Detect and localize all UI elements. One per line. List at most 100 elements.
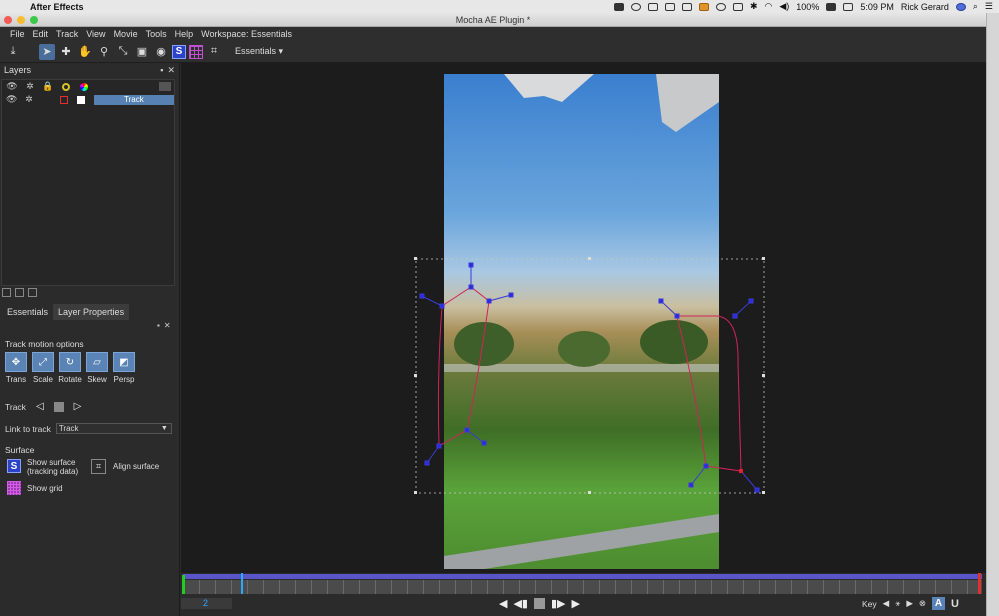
save-icon[interactable]: ⤓ — [5, 44, 21, 60]
user-name[interactable]: Rick Gerard — [901, 2, 949, 12]
zoom-tool-icon[interactable]: ⚲ — [96, 44, 112, 60]
motion-option-rotate[interactable]: ↻ Rotate — [58, 352, 82, 384]
dropbox-icon[interactable] — [613, 2, 624, 11]
spline-tangent-handles[interactable] — [419, 262, 760, 493]
input-icon[interactable] — [843, 2, 854, 11]
airplay-icon[interactable] — [732, 2, 743, 11]
menu-movie[interactable]: Movie — [110, 29, 142, 39]
layer-name[interactable]: Track — [93, 94, 174, 105]
surface-corner-handles[interactable] — [414, 257, 765, 494]
visibility-column-icon[interactable]: 👁 — [5, 81, 19, 92]
transform-tool-icon[interactable]: ⤡ — [115, 44, 131, 60]
stop-icon[interactable] — [533, 598, 545, 609]
time-machine-icon[interactable] — [715, 2, 726, 11]
matte-column-icon[interactable]: ✲ — [23, 81, 37, 92]
user-avatar-icon[interactable] — [955, 2, 966, 11]
timeline-range-bar[interactable] — [183, 574, 982, 579]
bluetooth-icon[interactable]: ✱ — [750, 1, 758, 12]
update-icon[interactable]: U — [951, 598, 959, 610]
pick-tool-icon[interactable]: ➤ — [39, 43, 55, 60]
add-keyframe-icon[interactable]: ⚹ — [895, 598, 900, 609]
scale-icon[interactable]: ⤢ — [32, 352, 54, 372]
xspline-tool-icon[interactable]: ▣ — [134, 44, 150, 60]
volume-icon[interactable]: ◀) — [779, 1, 789, 12]
lock-icon[interactable] — [40, 94, 53, 105]
duplicate-layer-icon[interactable] — [15, 288, 24, 297]
battery-icon[interactable] — [826, 2, 837, 11]
layer-color-icon[interactable] — [57, 94, 70, 105]
track-backwards-icon[interactable]: ◁ — [36, 401, 44, 412]
spotlight-icon[interactable]: ⌕ — [973, 1, 978, 12]
printer-icon[interactable] — [681, 2, 692, 11]
motion-option-persp[interactable]: ◩ Persp — [113, 352, 135, 384]
skew-icon[interactable]: ▱ — [86, 352, 108, 372]
stop-tracking-icon[interactable] — [53, 401, 64, 412]
display-icon[interactable] — [647, 2, 658, 11]
menu-workspace[interactable]: Workspace: Essentials — [197, 29, 296, 39]
hand-tool-icon[interactable]: ✋ — [77, 44, 93, 60]
cog-icon[interactable]: ✲ — [22, 94, 35, 105]
spline-left[interactable] — [437, 286, 490, 447]
translation-icon[interactable]: ✥ — [5, 352, 27, 372]
menu-view[interactable]: View — [82, 29, 109, 39]
spline-right[interactable] — [676, 315, 742, 472]
panel-float-icon[interactable]: ▪ — [160, 65, 163, 76]
menu-edit[interactable]: Edit — [29, 29, 53, 39]
perspective-icon[interactable]: ◩ — [113, 352, 135, 372]
tracking-overlay[interactable] — [181, 63, 986, 573]
delete-all-keyframes-icon[interactable]: ⊗ — [919, 598, 926, 609]
play-forwards-icon[interactable]: ▶ — [572, 597, 580, 610]
mac-app-name[interactable]: After Effects — [30, 2, 84, 12]
prev-keyframe-icon[interactable]: ◀ — [883, 598, 890, 609]
motion-option-skew[interactable]: ▱ Skew — [86, 352, 108, 384]
show-surface-toggle-icon[interactable]: S — [172, 44, 186, 59]
next-keyframe-icon[interactable]: ▶ — [906, 598, 913, 609]
step-forward-icon[interactable]: ▮▶ — [551, 597, 566, 610]
viewer-canvas[interactable] — [181, 63, 986, 573]
link-to-track-select[interactable]: Track ▼ — [55, 423, 172, 434]
trash-icon[interactable] — [28, 288, 37, 297]
play-backwards-icon[interactable]: ◀ — [499, 597, 507, 610]
show-surface-label[interactable]: Show surface (tracking data) — [27, 458, 78, 476]
panel-close-icon[interactable]: ✕ — [164, 321, 171, 330]
layer-options-icon[interactable] — [159, 82, 171, 91]
eye-icon[interactable]: 👁 — [5, 94, 18, 105]
bezier-tool-icon[interactable]: ◉ — [153, 44, 169, 60]
align-surface-icon[interactable]: ⌗ — [91, 459, 106, 474]
show-grid-label[interactable]: Show grid — [27, 484, 63, 493]
matte-color-icon[interactable] — [74, 94, 87, 105]
surface-bounds[interactable] — [415, 258, 765, 494]
menu-tools[interactable]: Tools — [142, 29, 171, 39]
menu-track[interactable]: Track — [52, 29, 82, 39]
creative-cloud-icon[interactable] — [630, 2, 641, 11]
notes-icon[interactable] — [664, 2, 675, 11]
motion-option-scale[interactable]: ⤢ Scale — [32, 352, 54, 384]
window-scrollbar[interactable] — [986, 13, 999, 616]
show-grid-icon[interactable] — [7, 481, 21, 495]
new-layer-icon[interactable] — [2, 288, 11, 297]
color-ring-icon[interactable] — [59, 81, 73, 92]
panel-close-icon[interactable]: ✕ — [167, 65, 175, 76]
autokey-icon[interactable]: A — [931, 597, 945, 610]
layer-row[interactable]: 👁 ✲ Track — [2, 93, 174, 106]
lock-column-icon[interactable]: 🔒 — [41, 81, 55, 92]
in-point-marker[interactable] — [182, 575, 185, 594]
selected-spline-point[interactable] — [739, 469, 743, 473]
align-surface-icon[interactable]: ⌗ — [206, 44, 222, 60]
add-point-tool-icon[interactable]: ✚ — [58, 44, 74, 60]
align-surface-label[interactable]: Align surface — [113, 462, 159, 471]
tab-layer-properties[interactable]: Layer Properties — [53, 304, 130, 320]
timeline-ruler[interactable] — [183, 580, 982, 594]
menu-help[interactable]: Help — [171, 29, 198, 39]
track-forwards-icon[interactable]: ▷ — [74, 401, 82, 412]
playhead[interactable] — [241, 573, 243, 594]
show-grid-toggle-icon[interactable] — [189, 44, 203, 59]
notification-center-icon[interactable]: ☰ — [985, 1, 993, 12]
wifi-icon[interactable]: ◠ — [765, 1, 773, 12]
show-surface-icon[interactable]: S — [7, 459, 21, 473]
current-frame-field[interactable]: 2 — [181, 598, 232, 609]
app-tray-icon[interactable] — [698, 2, 709, 11]
clock[interactable]: 5:09 PM — [860, 2, 894, 12]
menu-file[interactable]: File — [6, 29, 29, 39]
workspace-dropdown[interactable]: Essentials ▾ — [231, 45, 287, 58]
